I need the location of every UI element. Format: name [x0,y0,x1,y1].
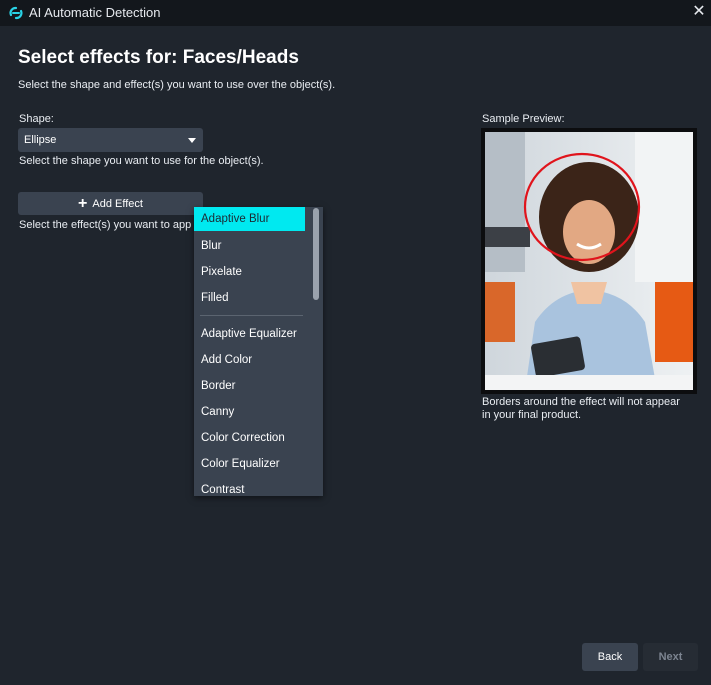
add-effect-label: Add Effect [92,197,143,210]
preview-note: Borders around the effect will not appea… [482,396,680,421]
close-icon[interactable]: ✕ [690,2,708,22]
next-button[interactable]: Next [643,643,698,671]
menu-item-pixelate[interactable]: Pixelate [194,259,305,285]
title-bar: AI Automatic Detection ✕ [0,0,711,26]
menu-item-contrast[interactable]: Contrast [194,477,305,496]
window-title: AI Automatic Detection [29,5,161,20]
menu-item-filled[interactable]: Filled [194,285,305,311]
add-effect-button[interactable]: + Add Effect [18,192,203,215]
menu-item-color-correction[interactable]: Color Correction [194,425,305,451]
plus-icon: + [78,194,88,212]
menu-item-add-color[interactable]: Add Color [194,347,305,373]
shape-help-text: Select the shape you want to use for the… [19,155,264,167]
menu-item-adaptive-equalizer[interactable]: Adaptive Equalizer [194,321,305,347]
back-button[interactable]: Back [582,643,638,671]
page-subtitle: Select the shape and effect(s) you want … [18,79,336,91]
menu-item-border[interactable]: Border [194,373,305,399]
app-logo-icon [9,6,23,20]
menu-divider [200,315,303,316]
shape-label: Shape: [19,113,54,125]
sample-preview-label: Sample Preview: [482,113,565,125]
dropdown-scrollbar[interactable] [313,208,319,300]
menu-item-adaptive-blur[interactable]: Adaptive Blur [194,207,305,231]
effect-dropdown-menu: Adaptive Blur Blur Pixelate Filled Adapt… [194,207,323,496]
menu-item-color-equalizer[interactable]: Color Equalizer [194,451,305,477]
menu-item-blur[interactable]: Blur [194,233,305,259]
chevron-down-icon [188,138,196,143]
page-title: Select effects for: Faces/Heads [18,47,299,68]
sample-preview-image [481,128,697,394]
preview-photo [485,132,693,390]
menu-item-canny[interactable]: Canny [194,399,305,425]
effect-help-text: Select the effect(s) you want to app [19,219,192,231]
shape-select[interactable]: Ellipse [18,128,203,152]
shape-select-value: Ellipse [24,134,57,146]
